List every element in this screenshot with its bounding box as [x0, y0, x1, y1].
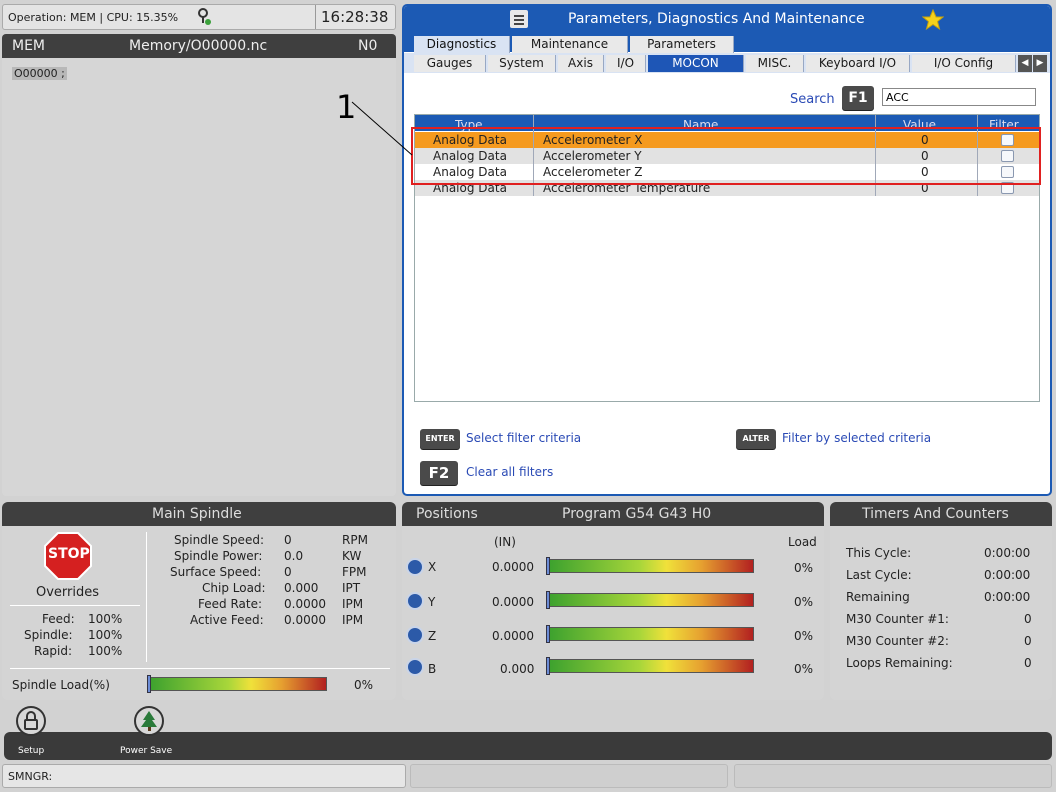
- select-filter-criteria-label[interactable]: Select filter criteria: [466, 431, 581, 445]
- network-icon: [197, 8, 211, 26]
- work-offset: Program G54 G43 H0: [562, 506, 712, 522]
- spindle-title: Main Spindle: [152, 506, 242, 522]
- home-icon[interactable]: [406, 658, 424, 676]
- tab-scroll-left-icon[interactable]: ◀: [1018, 55, 1032, 72]
- load-header: Load: [788, 535, 817, 549]
- subtab-gauges[interactable]: Gauges: [414, 55, 486, 72]
- spindle-load-bar: [147, 675, 327, 693]
- enter-key[interactable]: ENTER: [420, 429, 460, 449]
- pdm-panel: Parameters, Diagnostics And Maintenance …: [402, 4, 1052, 496]
- subtab-system[interactable]: System: [488, 55, 556, 72]
- spindle-load-label: Spindle Load(%): [12, 678, 110, 692]
- timers-title: Timers And Counters: [862, 506, 1009, 522]
- clear-filters-label[interactable]: Clear all filters: [466, 465, 553, 479]
- spindle-load-value: 0%: [354, 678, 374, 692]
- power-save-button[interactable]: Power Save: [118, 706, 188, 760]
- timers-panel: Timers And Counters This Cycle: 0:00:00 L…: [830, 502, 1052, 700]
- home-icon[interactable]: [406, 592, 424, 610]
- footer-field-2: [410, 764, 728, 788]
- callout-leader-line: [351, 101, 413, 156]
- diagnostics-table: Type Name Value Filter Analog Data Accel…: [411, 114, 1041, 402]
- axis-load-bar: [546, 557, 754, 575]
- filter-by-selected-label[interactable]: Filter by selected criteria: [782, 431, 931, 445]
- positions-title: Positions: [416, 506, 478, 522]
- stop-icon[interactable]: STOP: [44, 532, 92, 580]
- overrides-label: Overrides: [36, 585, 100, 600]
- status-bar: Operation: MEM | CPU: 15.35% 16:28:38: [2, 4, 396, 30]
- pdm-title: Parameters, Diagnostics And Maintenance: [568, 11, 865, 27]
- subtab-keyboard-io[interactable]: Keyboard I/O: [806, 55, 910, 72]
- main-spindle-panel: Main Spindle STOP Overrides Feed: 100% Sp…: [2, 502, 396, 700]
- setup-button[interactable]: Setup: [14, 706, 54, 760]
- program-code-line[interactable]: O00000 ;: [12, 67, 67, 80]
- home-icon[interactable]: [406, 626, 424, 644]
- operation-status: Operation: MEM | CPU: 15.35%: [8, 11, 179, 24]
- footer-field-3: [734, 764, 1052, 788]
- menu-icon[interactable]: [510, 10, 528, 28]
- subtab-misc[interactable]: MISC.: [746, 55, 804, 72]
- subtab-axis[interactable]: Axis: [558, 55, 604, 72]
- alter-key[interactable]: ALTER: [736, 429, 776, 449]
- positions-panel: Positions Program G54 G43 H0 (IN) Load X…: [402, 502, 824, 700]
- callout-number: 1: [336, 88, 357, 126]
- tab-parameters[interactable]: Parameters: [630, 36, 734, 53]
- tab-diagnostics[interactable]: Diagnostics: [414, 36, 510, 53]
- subtab-mocon[interactable]: MOCON: [648, 55, 744, 72]
- program-mode: MEM: [12, 38, 46, 54]
- pdm-titlebar: Parameters, Diagnostics And Maintenance: [404, 6, 1050, 34]
- favorite-star-icon[interactable]: [921, 8, 945, 31]
- program-line: N0: [358, 38, 378, 54]
- tab-scroll-right-icon[interactable]: ▶: [1033, 55, 1047, 72]
- subtab-io[interactable]: I/O: [606, 55, 646, 72]
- program-file: Memory/O00000.nc: [129, 38, 268, 54]
- lock-icon: [16, 706, 46, 736]
- search-label: Search: [790, 92, 835, 107]
- f2-key[interactable]: F2: [420, 461, 458, 485]
- subtab-io-config[interactable]: I/O Config: [912, 55, 1016, 72]
- clock: 16:28:38: [321, 8, 389, 26]
- axis-load-bar: [546, 657, 754, 675]
- search-input[interactable]: [882, 88, 1036, 106]
- axis-load-bar: [546, 591, 754, 609]
- tree-icon: [134, 706, 164, 736]
- tab-maintenance[interactable]: Maintenance: [512, 36, 628, 53]
- home-icon[interactable]: [406, 558, 424, 576]
- smngr-field: SMNGR:: [2, 764, 406, 788]
- callout-highlight-box: [411, 127, 1041, 185]
- axis-load-bar: [546, 625, 754, 643]
- f1-key[interactable]: F1: [842, 86, 874, 110]
- units-label: (IN): [494, 535, 516, 549]
